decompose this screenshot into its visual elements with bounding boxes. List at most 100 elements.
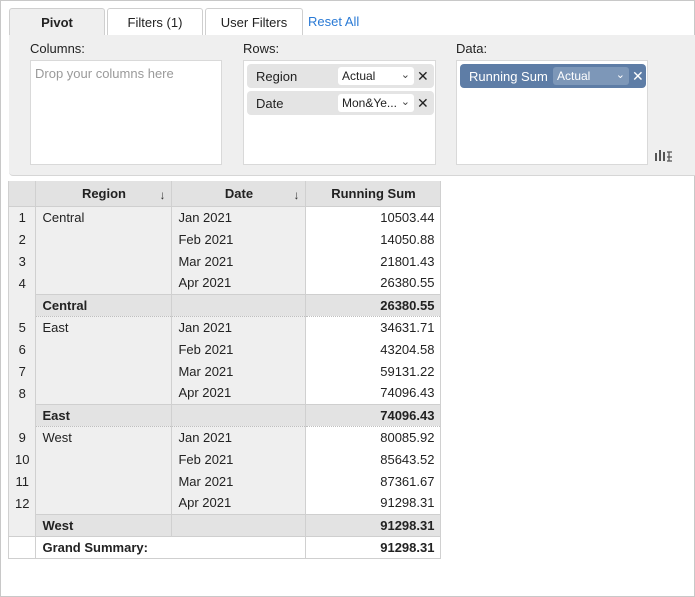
row-field-aggregate-select[interactable]: Mon&Ye... ⌄ [338,94,414,112]
columns-label: Columns: [30,41,85,56]
columns-drop-zone[interactable]: Drop your columns here [30,60,222,165]
subtotal-row: West 91298.31 [7,513,442,537]
reset-all-link[interactable]: Reset All [308,14,359,29]
date-cell: Apr 2021 [171,492,307,514]
subtotal-value: 74096.43 [305,403,442,427]
pivot-table: Region ↓ Date ↓ Running Sum 1 Central Ja… [7,181,442,559]
tab-filters[interactable]: Filters (1) [107,8,203,35]
region-cell: East [35,316,173,338]
close-icon[interactable]: ✕ [417,69,429,83]
grand-total-label: Grand Summary: [35,535,307,559]
region-cell [35,360,173,382]
row-number [7,294,37,316]
table-row: 11 Mar 2021 87361.67 [7,470,442,492]
column-header-date[interactable]: Date ↓ [171,181,307,207]
table-row: 12 Apr 2021 91298.31 [7,492,442,514]
region-cell [35,492,173,514]
row-field-chip-region[interactable]: Region Actual ⌄ ✕ [247,64,434,88]
table-row: 3 Mar 2021 21801.43 [7,250,442,272]
row-field-aggregate-select[interactable]: Actual ⌄ [338,67,414,85]
subtotal-row: Central 26380.55 [7,293,442,317]
close-icon[interactable]: ✕ [632,69,644,83]
close-icon[interactable]: ✕ [417,96,429,110]
date-cell: Mar 2021 [171,250,307,272]
table-row: 1 Central Jan 2021 10503.44 [7,206,442,228]
row-number [7,535,37,559]
value-cell: 91298.31 [305,492,442,514]
chevron-down-icon: ⌄ [400,96,410,108]
tab-bar: Pivot Filters (1) User Filters [9,8,305,35]
subtotal-row: East 74096.43 [7,403,442,427]
row-number [7,404,37,426]
row-number: 6 [7,338,37,360]
row-number: 5 [7,316,37,338]
row-field-chip-date[interactable]: Date Mon&Ye... ⌄ ✕ [247,91,434,115]
date-cell: Feb 2021 [171,448,307,470]
date-cell [171,403,307,427]
data-field-chip-running-sum[interactable]: Running Sum Actual ⌄ ✕ [460,64,646,88]
column-header-running-sum[interactable]: Running Sum [305,181,442,207]
row-number: 8 [7,382,37,404]
table-row: 2 Feb 2021 14050.88 [7,228,442,250]
date-cell: Apr 2021 [171,272,307,294]
pivot-settings-panel: Columns: Drop your columns here Rows: Re… [9,35,695,176]
date-cell [171,513,307,537]
region-cell [35,470,173,492]
rows-label: Rows: [243,41,280,56]
table-row: 9 West Jan 2021 80085.92 [7,426,442,448]
row-number: 11 [7,470,37,492]
region-cell [35,272,173,294]
sort-down-icon[interactable]: ↓ [159,188,165,202]
chart-layout-icon[interactable] [654,148,674,165]
table-row: 4 Apr 2021 26380.55 [7,272,442,294]
table-row: 10 Feb 2021 85643.52 [7,448,442,470]
rows-drop-zone[interactable]: Region Actual ⌄ ✕ Date Mon&Ye... ⌄ ✕ [243,60,436,165]
subtotal-label: East [35,403,173,427]
row-number: 3 [7,250,37,272]
value-cell: 85643.52 [305,448,442,470]
row-number-header [7,181,37,207]
region-cell [35,250,173,272]
date-cell: Feb 2021 [171,338,307,360]
select-value: Mon&Ye... [342,96,397,110]
date-cell: Mar 2021 [171,360,307,382]
row-number: 1 [7,206,37,228]
subtotal-label: Central [35,293,173,317]
table-row: 8 Apr 2021 74096.43 [7,382,442,404]
value-cell: 74096.43 [305,382,442,404]
tab-pivot[interactable]: Pivot [9,8,105,35]
column-header-region[interactable]: Region ↓ [35,181,173,207]
date-cell: Feb 2021 [171,228,307,250]
table-row: 5 East Jan 2021 34631.71 [7,316,442,338]
value-cell: 59131.22 [305,360,442,382]
header-label: Region [81,185,126,201]
select-value: Actual [557,69,591,83]
row-field-label: Region [256,68,298,84]
subtotal-value: 26380.55 [305,293,442,317]
tab-user-filters[interactable]: User Filters [205,8,303,35]
date-cell: Jan 2021 [171,316,307,338]
row-number: 4 [7,272,37,294]
data-field-label: Running Sum [469,68,548,84]
chevron-down-icon: ⌄ [615,69,625,81]
row-number: 12 [7,492,37,514]
region-cell [35,228,173,250]
value-cell: 43204.58 [305,338,442,360]
data-field-aggregate-select[interactable]: Actual ⌄ [553,67,629,85]
data-label: Data: [456,41,488,56]
value-cell: 34631.71 [305,316,442,338]
region-cell: Central [35,206,173,228]
value-cell: 87361.67 [305,470,442,492]
value-cell: 80085.92 [305,426,442,448]
table-row: 6 Feb 2021 43204.58 [7,338,442,360]
value-cell: 14050.88 [305,228,442,250]
sort-down-icon[interactable]: ↓ [293,188,299,202]
region-cell [35,448,173,470]
data-drop-zone[interactable]: Running Sum Actual ⌄ ✕ [456,60,648,165]
value-cell: 26380.55 [305,272,442,294]
value-cell: 10503.44 [305,206,442,228]
row-number: 10 [7,448,37,470]
grand-total-value: 91298.31 [305,535,442,559]
row-number: 9 [7,426,37,448]
chevron-down-icon: ⌄ [400,69,410,81]
